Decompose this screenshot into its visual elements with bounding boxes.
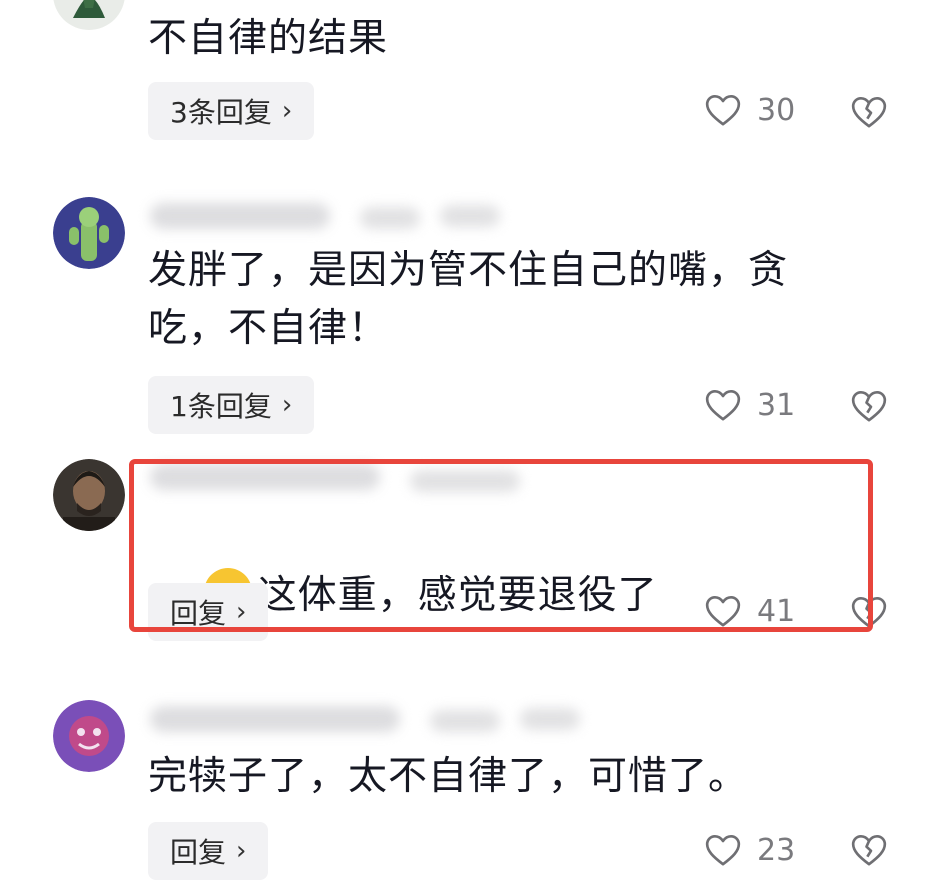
heart-outline-icon (705, 390, 741, 421)
username-blurred (150, 203, 330, 229)
view-replies-button[interactable]: 3条回复 › (148, 82, 315, 140)
reply-button[interactable]: 回复 › (148, 822, 269, 880)
dislike-button[interactable] (849, 386, 889, 430)
avatar[interactable] (53, 197, 125, 269)
broken-heart-outline-icon (851, 391, 887, 422)
chevron-right-icon: › (281, 96, 293, 126)
reply-label: 回复 (170, 836, 227, 869)
avatar[interactable] (53, 0, 125, 30)
username-blurred (150, 706, 400, 732)
like-count: 31 (757, 387, 796, 423)
broken-heart-outline-icon (851, 835, 887, 866)
chevron-right-icon: › (281, 390, 293, 420)
highlight-box (129, 459, 873, 632)
comment-text: 发胖了，是因为管不住自己的嘴，贪 吃，不自律！ (148, 248, 789, 351)
like-count: 30 (757, 92, 796, 128)
like-count: 23 (757, 832, 796, 868)
chevron-right-icon: › (236, 836, 247, 866)
dislike-button[interactable] (849, 92, 889, 136)
like-button[interactable]: 31 (703, 385, 795, 425)
location-blurred (520, 708, 580, 730)
location-blurred (440, 205, 500, 227)
comment-text: 不自律的结果 (148, 16, 389, 61)
like-button[interactable]: 23 (703, 830, 795, 870)
like-button[interactable]: 30 (703, 90, 795, 130)
comment-text: 完犊子了，太不自律了，可惜了。 (148, 754, 749, 799)
timestamp-blurred (360, 207, 420, 229)
dislike-button[interactable] (849, 830, 889, 874)
heart-outline-icon (705, 95, 741, 126)
heart-outline-icon (705, 835, 741, 866)
broken-heart-outline-icon (851, 97, 887, 128)
reply-label: 3条回复 (170, 96, 272, 129)
avatar[interactable] (53, 459, 125, 531)
reply-label: 1条回复 (170, 390, 272, 423)
timestamp-blurred (430, 710, 500, 732)
avatar[interactable] (53, 700, 125, 772)
view-replies-button[interactable]: 1条回复 › (148, 376, 315, 434)
